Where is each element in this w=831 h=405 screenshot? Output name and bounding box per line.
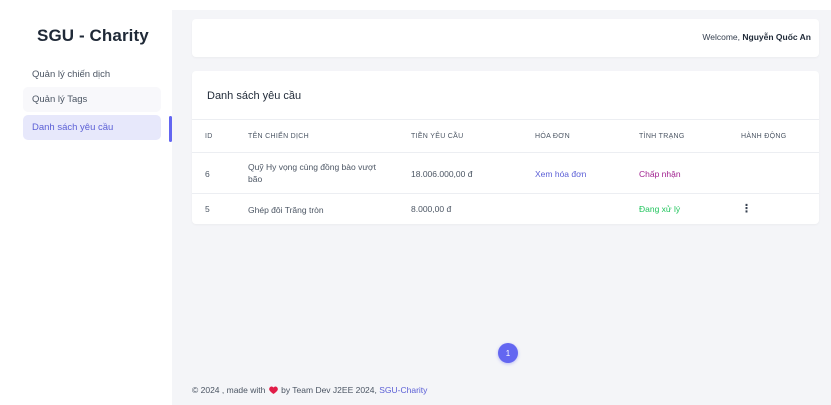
view-bill-link[interactable]: Xem hóa đơn (535, 169, 586, 179)
sidebar: SGU - Charity Quản lý chiến dịch Quản lý… (0, 0, 172, 405)
column-header-bill: HÓA ĐƠN (535, 133, 570, 140)
cell-id: 5 (205, 204, 210, 214)
card-title: Danh sách yêu cầu (207, 90, 302, 102)
sidebar-item-request-list[interactable]: Danh sách yêu cầu (23, 115, 161, 140)
column-header-campaign-name: TÊN CHIẾN DỊCH (248, 133, 309, 140)
cell-amount: 8.000,00 đ (411, 204, 452, 214)
status-badge: Chấp nhận (639, 169, 681, 179)
welcome-text: Welcome, Nguyễn Quốc An (702, 32, 811, 42)
footer: © 2024 , made with by Team Dev J2EE 2024… (192, 385, 427, 395)
top-bar: Welcome, Nguyễn Quốc An (192, 19, 819, 57)
column-header-status: TÌNH TRẠNG (639, 133, 685, 140)
more-vertical-icon[interactable]: ⋮ (741, 204, 752, 215)
column-header-amount: TIỀN YÊU CẦU (411, 133, 464, 140)
footer-prefix: © 2024 , made with (192, 385, 266, 395)
sidebar-item-campaign-management[interactable]: Quản lý chiến dịch (23, 62, 161, 87)
cell-campaign-name: Ghép đôi Trăng tròn (248, 205, 324, 215)
footer-brand-link[interactable]: SGU-Charity (379, 385, 427, 395)
column-header-action: HÀNH ĐỘNG (741, 133, 787, 140)
table-header: ID TÊN CHIẾN DỊCH TIỀN YÊU CẦU HÓA ĐƠN T… (192, 119, 819, 153)
welcome-prefix: Welcome, (702, 32, 743, 42)
cell-campaign-name: Quỹ Hy vọng cùng đồng bào vượt bão (248, 162, 376, 184)
brand-logo-text[interactable]: SGU - Charity (37, 26, 149, 46)
sidebar-item-label: Quản lý Tags (32, 94, 88, 105)
user-name[interactable]: Nguyễn Quốc An (742, 32, 811, 42)
pagination-page-button[interactable]: 1 (498, 343, 518, 363)
sidebar-item-label: Quản lý chiến dịch (32, 69, 111, 80)
sidebar-item-label: Danh sách yêu cầu (32, 122, 114, 133)
table-row: 5 Ghép đôi Trăng tròn 8.000,00 đ Đang xử… (192, 194, 819, 224)
status-badge: Đang xử lý (639, 204, 681, 214)
heart-icon (268, 386, 278, 394)
request-list-card: Danh sách yêu cầu ID TÊN CHIẾN DỊCH TIỀN… (192, 71, 819, 224)
cell-id: 6 (205, 169, 210, 179)
column-header-id: ID (205, 133, 213, 140)
sidebar-item-tags-management[interactable]: Quản lý Tags (23, 87, 161, 112)
table-row: 6 Quỹ Hy vọng cùng đồng bào vượt bão 18.… (192, 153, 819, 194)
main-content: Welcome, Nguyễn Quốc An Danh sách yêu cầ… (172, 10, 831, 405)
cell-amount: 18.006.000,00 đ (411, 169, 473, 179)
footer-suffix: by Team Dev J2EE 2024, (281, 385, 377, 395)
